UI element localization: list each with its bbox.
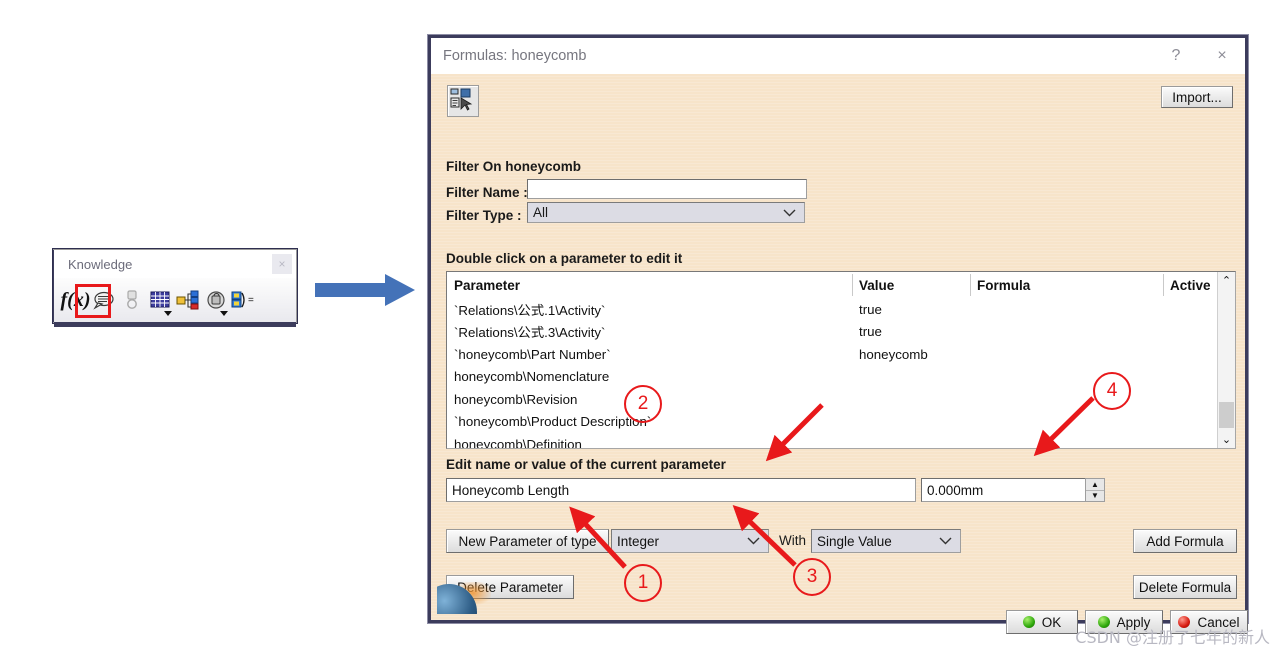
lock-parameter-icon[interactable] [118, 285, 145, 315]
parameter-type-select[interactable]: Integer [611, 529, 769, 553]
chevron-down-icon [783, 208, 796, 217]
filter-name-input[interactable] [527, 179, 807, 199]
table-cell-value: true [859, 298, 882, 321]
table-cell-parameter: `Relations\公式.3\Activity` [454, 321, 605, 344]
edit-name-input[interactable]: Honeycomb Length [446, 478, 916, 502]
table-cell-parameter: `honeycomb\Part Number` [454, 343, 611, 366]
value-stepper[interactable]: ▲ ▼ [1085, 478, 1105, 502]
new-parameter-button[interactable]: New Parameter of type [446, 529, 609, 553]
formulas-dialog: Formulas: honeycomb ? × Import... Filter… [428, 35, 1248, 623]
table-row[interactable]: honeycomb\Definition [447, 433, 1235, 449]
table-row[interactable]: `honeycomb\Part Number` honeycomb [447, 343, 1235, 366]
scroll-down-icon[interactable]: ⌄ [1218, 431, 1235, 448]
scrollbar-thumb[interactable] [1219, 402, 1234, 428]
column-divider [970, 274, 971, 296]
close-icon[interactable]: × [1199, 38, 1245, 74]
table-cell-parameter: `Relations\公式.1\Activity` [454, 298, 605, 321]
design-table-icon[interactable] [146, 285, 173, 315]
filter-type-label: Filter Type : [446, 208, 522, 223]
with-value: Single Value [817, 534, 892, 549]
table-row[interactable]: `honeycomb\Product Description` [447, 411, 1235, 434]
annotation-marker-1: 1 [624, 564, 662, 602]
annotation-marker-3: 3 [793, 558, 831, 596]
annotation-marker-2: 2 [624, 385, 662, 423]
csdn-watermark: CSDN @注册了七年的新人 [1075, 624, 1270, 648]
table-cell-value: true [859, 321, 882, 344]
table-column-header[interactable]: Value [859, 272, 894, 298]
table-row[interactable]: `Relations\公式.3\Activity` true [447, 321, 1235, 344]
edit-value-input[interactable]: 0.000mm [921, 478, 1091, 502]
filter-on-label: Filter On honeycomb [446, 159, 581, 174]
filter-type-select[interactable]: All [527, 202, 805, 223]
delete-formula-button[interactable]: Delete Formula [1133, 575, 1237, 599]
svg-text:=: = [248, 295, 254, 306]
column-divider [1163, 274, 1164, 296]
scroll-up-icon[interactable]: ⌃ [1218, 272, 1235, 289]
toolbar-bottom-edge [54, 322, 296, 327]
law-icon[interactable]: = [230, 285, 257, 315]
ok-button[interactable]: OK [1006, 610, 1078, 634]
equivalent-dimensions-icon[interactable] [202, 285, 229, 315]
edit-hint-label: Edit name or value of the current parame… [446, 457, 726, 472]
annotation-marker-4: 4 [1093, 372, 1131, 410]
parameter-table[interactable]: Parameter Value Formula Active `Relations\公… [446, 271, 1236, 449]
table-cell-parameter: `honeycomb\Product Description` [454, 411, 651, 434]
with-label: With [779, 533, 806, 548]
dialog-body: Import... Filter On honeycomb Filter Nam… [431, 74, 1245, 620]
table-row[interactable]: `Relations\公式.1\Activity` true [447, 298, 1235, 321]
with-select[interactable]: Single Value [811, 529, 961, 553]
fx-highlight-box [75, 284, 111, 318]
add-formula-button[interactable]: Add Formula [1133, 529, 1237, 553]
help-icon[interactable]: ? [1153, 38, 1199, 74]
knowledge-pattern-icon[interactable] [174, 285, 201, 315]
table-scrollbar[interactable]: ⌃ ⌄ [1217, 272, 1235, 448]
table-column-header[interactable]: Active [1170, 272, 1211, 298]
filter-type-value: All [533, 205, 548, 220]
parameter-type-value: Integer [617, 534, 659, 549]
design-table-dropdown-caret[interactable] [164, 311, 172, 316]
table-column-header[interactable]: Formula [977, 272, 1030, 298]
equivalent-dimensions-dropdown-caret[interactable] [220, 311, 228, 316]
knowledge-toolbar-title: Knowledge [54, 250, 296, 278]
table-cell-parameter: honeycomb\Revision [454, 388, 577, 411]
double-click-hint: Double click on a parameter to edit it [446, 251, 682, 266]
close-icon[interactable]: × [272, 254, 292, 274]
ok-status-orb [1023, 616, 1035, 628]
stepper-up-icon[interactable]: ▲ [1086, 479, 1104, 491]
column-divider [852, 274, 853, 296]
table-cell-parameter: honeycomb\Definition [454, 433, 582, 449]
chevron-down-icon [747, 537, 760, 546]
dialog-titlebar: Formulas: honeycomb ? × [431, 38, 1245, 74]
table-column-header[interactable]: Parameter [454, 272, 520, 298]
ok-label: OK [1042, 615, 1062, 630]
chevron-down-icon [939, 537, 952, 546]
blue-flow-arrow [315, 272, 415, 308]
stepper-down-icon[interactable]: ▼ [1086, 491, 1104, 502]
import-button[interactable]: Import... [1161, 86, 1233, 108]
parameter-tree-icon[interactable] [447, 85, 479, 117]
table-header-row: Parameter Value Formula Active [447, 272, 1235, 298]
globe-decoration [437, 582, 491, 614]
table-cell-parameter: honeycomb\Nomenclature [454, 366, 609, 389]
table-cell-value: honeycomb [859, 343, 928, 366]
filter-name-label: Filter Name : [446, 185, 528, 200]
dialog-title: Formulas: honeycomb [431, 48, 1153, 64]
